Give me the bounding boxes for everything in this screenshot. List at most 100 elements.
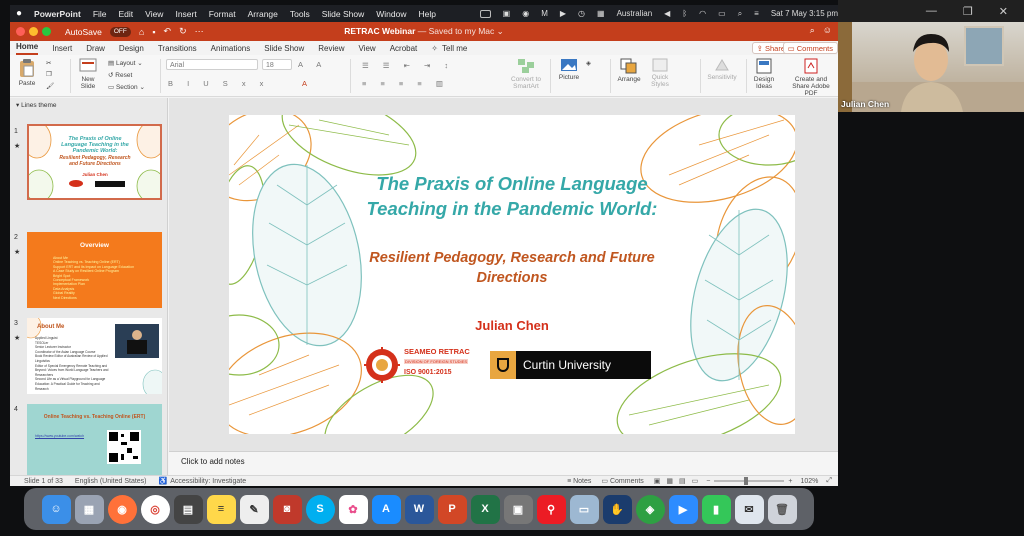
screen-icon[interactable]: ▣ (503, 9, 511, 18)
close-window-icon[interactable] (16, 27, 25, 36)
thumbnail-slide-1[interactable]: The Praxis of Online Language Teaching i… (27, 124, 162, 200)
tell-me-search[interactable]: Tell me (442, 44, 467, 55)
close-icon[interactable]: ✕ (999, 5, 1008, 18)
bluetooth-icon[interactable]: ᛒ (682, 9, 687, 18)
tab-insert[interactable]: Insert (52, 44, 72, 55)
zoom-in-icon[interactable]: + (788, 478, 792, 485)
acrobat-icon[interactable]: ⚲ (536, 494, 566, 524)
quick-styles-button[interactable]: Quick Styles (646, 58, 674, 88)
undo-icon[interactable]: ↶ (164, 26, 172, 37)
normal-view-icon[interactable]: ▣ (654, 477, 661, 485)
font-size-adjust[interactable]: A A (298, 60, 327, 69)
minimize-window-icon[interactable] (29, 27, 38, 36)
restore-icon[interactable]: ❐ (963, 5, 973, 18)
menubar-app-name[interactable]: PowerPoint (34, 9, 81, 19)
autosave-toggle[interactable]: OFF (109, 26, 131, 37)
menu-tools[interactable]: Tools (290, 9, 310, 19)
firefox-icon[interactable]: ◉ (107, 494, 137, 524)
menu-edit[interactable]: Edit (119, 9, 134, 19)
layout-button[interactable]: ▤ Layout ⌄ (108, 59, 143, 67)
font-size-field[interactable]: 18 (262, 59, 292, 70)
slideshow-icon[interactable]: ▭ (692, 477, 699, 485)
menu-insert[interactable]: Insert (175, 9, 196, 19)
mail-icon[interactable]: ✉ (734, 494, 764, 524)
zoom-window-icon[interactable] (42, 27, 51, 36)
volume-icon[interactable]: ◀ (664, 9, 670, 18)
section-button[interactable]: ▭ Section ⌄ (108, 83, 145, 91)
sensitivity-button[interactable]: Sensitivity (704, 58, 740, 81)
excel-icon[interactable]: X (470, 494, 500, 524)
fit-slide-icon[interactable]: ⤢ (826, 477, 832, 485)
menu-file[interactable]: File (93, 9, 107, 19)
flag-icon[interactable]: ▦ (597, 9, 605, 18)
thumbnail-slide-4[interactable]: Online Teaching vs. Teaching Online (ERT… (27, 404, 162, 480)
main-slide[interactable]: The Praxis of Online Language Teaching i… (229, 115, 795, 434)
slide-author[interactable]: Julian Chen (429, 318, 595, 333)
create-share-pdf-button[interactable]: Create and Share Adobe PDF (786, 58, 836, 97)
zoom-level[interactable]: 102% (800, 478, 818, 485)
tab-draw[interactable]: Draw (86, 44, 105, 55)
screenshot-icon[interactable]: ▣ (503, 494, 533, 524)
zoom-out-icon[interactable]: − (706, 478, 710, 485)
tab-review[interactable]: Review (318, 44, 344, 55)
photo-booth-icon[interactable]: ◙ (272, 494, 302, 524)
thumbnail-slide-2[interactable]: Overview About Me Online Teaching vs. Te… (27, 232, 162, 308)
apple-icon[interactable]: ● (16, 8, 22, 19)
zoom-status-icon[interactable]: ◉ (522, 9, 529, 18)
powerpoint-icon[interactable]: P (437, 494, 467, 524)
cut-icon[interactable]: ✂ (46, 59, 51, 67)
launchpad-icon[interactable]: ▦ (74, 494, 104, 524)
calculator-icon[interactable]: ▤ (173, 494, 203, 524)
wifi-icon[interactable]: ◠ (699, 9, 706, 18)
textedit-icon[interactable]: ✎ (239, 494, 269, 524)
status-icon[interactable] (479, 9, 491, 18)
align-buttons[interactable]: ≡ ≡ ≡ ≡ ▥ (362, 79, 449, 88)
zoom-icon[interactable]: ▶ (668, 494, 698, 524)
slide-title[interactable]: The Praxis of Online Language Teaching i… (359, 171, 665, 221)
facetime-icon[interactable]: ▮ (701, 494, 731, 524)
menu-help[interactable]: Help (419, 9, 436, 19)
list-buttons[interactable]: ☰ ☰ ⇤ ⇥ ↕ (362, 61, 454, 70)
menu-format[interactable]: Format (209, 9, 236, 19)
tab-slide-show[interactable]: Slide Show (264, 44, 304, 55)
account-icon[interactable]: ☺ (823, 25, 832, 36)
more-icon[interactable]: ⋯ (195, 26, 204, 37)
tab-acrobat[interactable]: Acrobat (390, 44, 418, 55)
font-name-field[interactable]: Arial (166, 59, 258, 70)
notes-icon[interactable]: ≡ (206, 494, 236, 524)
design-ideas-button[interactable]: Design Ideas (750, 58, 778, 90)
photos-icon[interactable]: ✿ (338, 494, 368, 524)
search-icon[interactable]: ⌕ (810, 25, 815, 36)
word-icon[interactable]: W (404, 494, 434, 524)
minimize-icon[interactable]: — (926, 5, 937, 17)
menu-view[interactable]: View (145, 9, 163, 19)
new-slide-button[interactable]: New Slide (76, 58, 100, 90)
picture-button[interactable]: Picture (554, 58, 584, 81)
menu-slide-show[interactable]: Slide Show (322, 9, 365, 19)
paste-button[interactable]: Paste (16, 58, 38, 87)
accessibility-status[interactable]: Accessibility: Investigate (170, 478, 246, 485)
language-status[interactable]: English (United States) (75, 478, 147, 485)
play-icon[interactable]: ▶ (560, 9, 566, 18)
skype-icon[interactable]: S (305, 494, 335, 524)
tab-design[interactable]: Design (119, 44, 144, 55)
search-icon[interactable]: ⌕ (738, 9, 742, 19)
reset-button[interactable]: ↺ Reset (108, 71, 132, 79)
menubar-datetime[interactable]: Sat 7 May 3:15 pm (771, 9, 838, 18)
trash-icon[interactable]: 🗑 (767, 494, 797, 524)
notes-pane[interactable]: Click to add notes (169, 451, 838, 475)
home-icon[interactable]: ⌂ (139, 27, 144, 37)
font-style-buttons[interactable]: B I U S x x (168, 79, 269, 88)
format-painter-icon[interactable]: 🖌 (46, 82, 54, 90)
gmail-icon[interactable]: M (541, 9, 548, 18)
control-center-icon[interactable]: ≡ (754, 9, 759, 18)
thumbnail-slide-3[interactable]: About Me Applied Linguist TESOLer Senior… (27, 318, 162, 394)
menu-window[interactable]: Window (376, 9, 406, 19)
battery-icon[interactable]: ▭ (718, 9, 726, 18)
notes-toggle[interactable]: ≡ Notes (567, 478, 591, 485)
copy-icon[interactable]: ❐ (46, 70, 52, 78)
reading-view-icon[interactable]: ▤ (679, 477, 686, 485)
comments-button[interactable]: ▭ Comments (782, 42, 838, 54)
redo-icon[interactable]: ↻ (179, 26, 187, 37)
finder-icon[interactable]: ☺ (41, 494, 71, 524)
